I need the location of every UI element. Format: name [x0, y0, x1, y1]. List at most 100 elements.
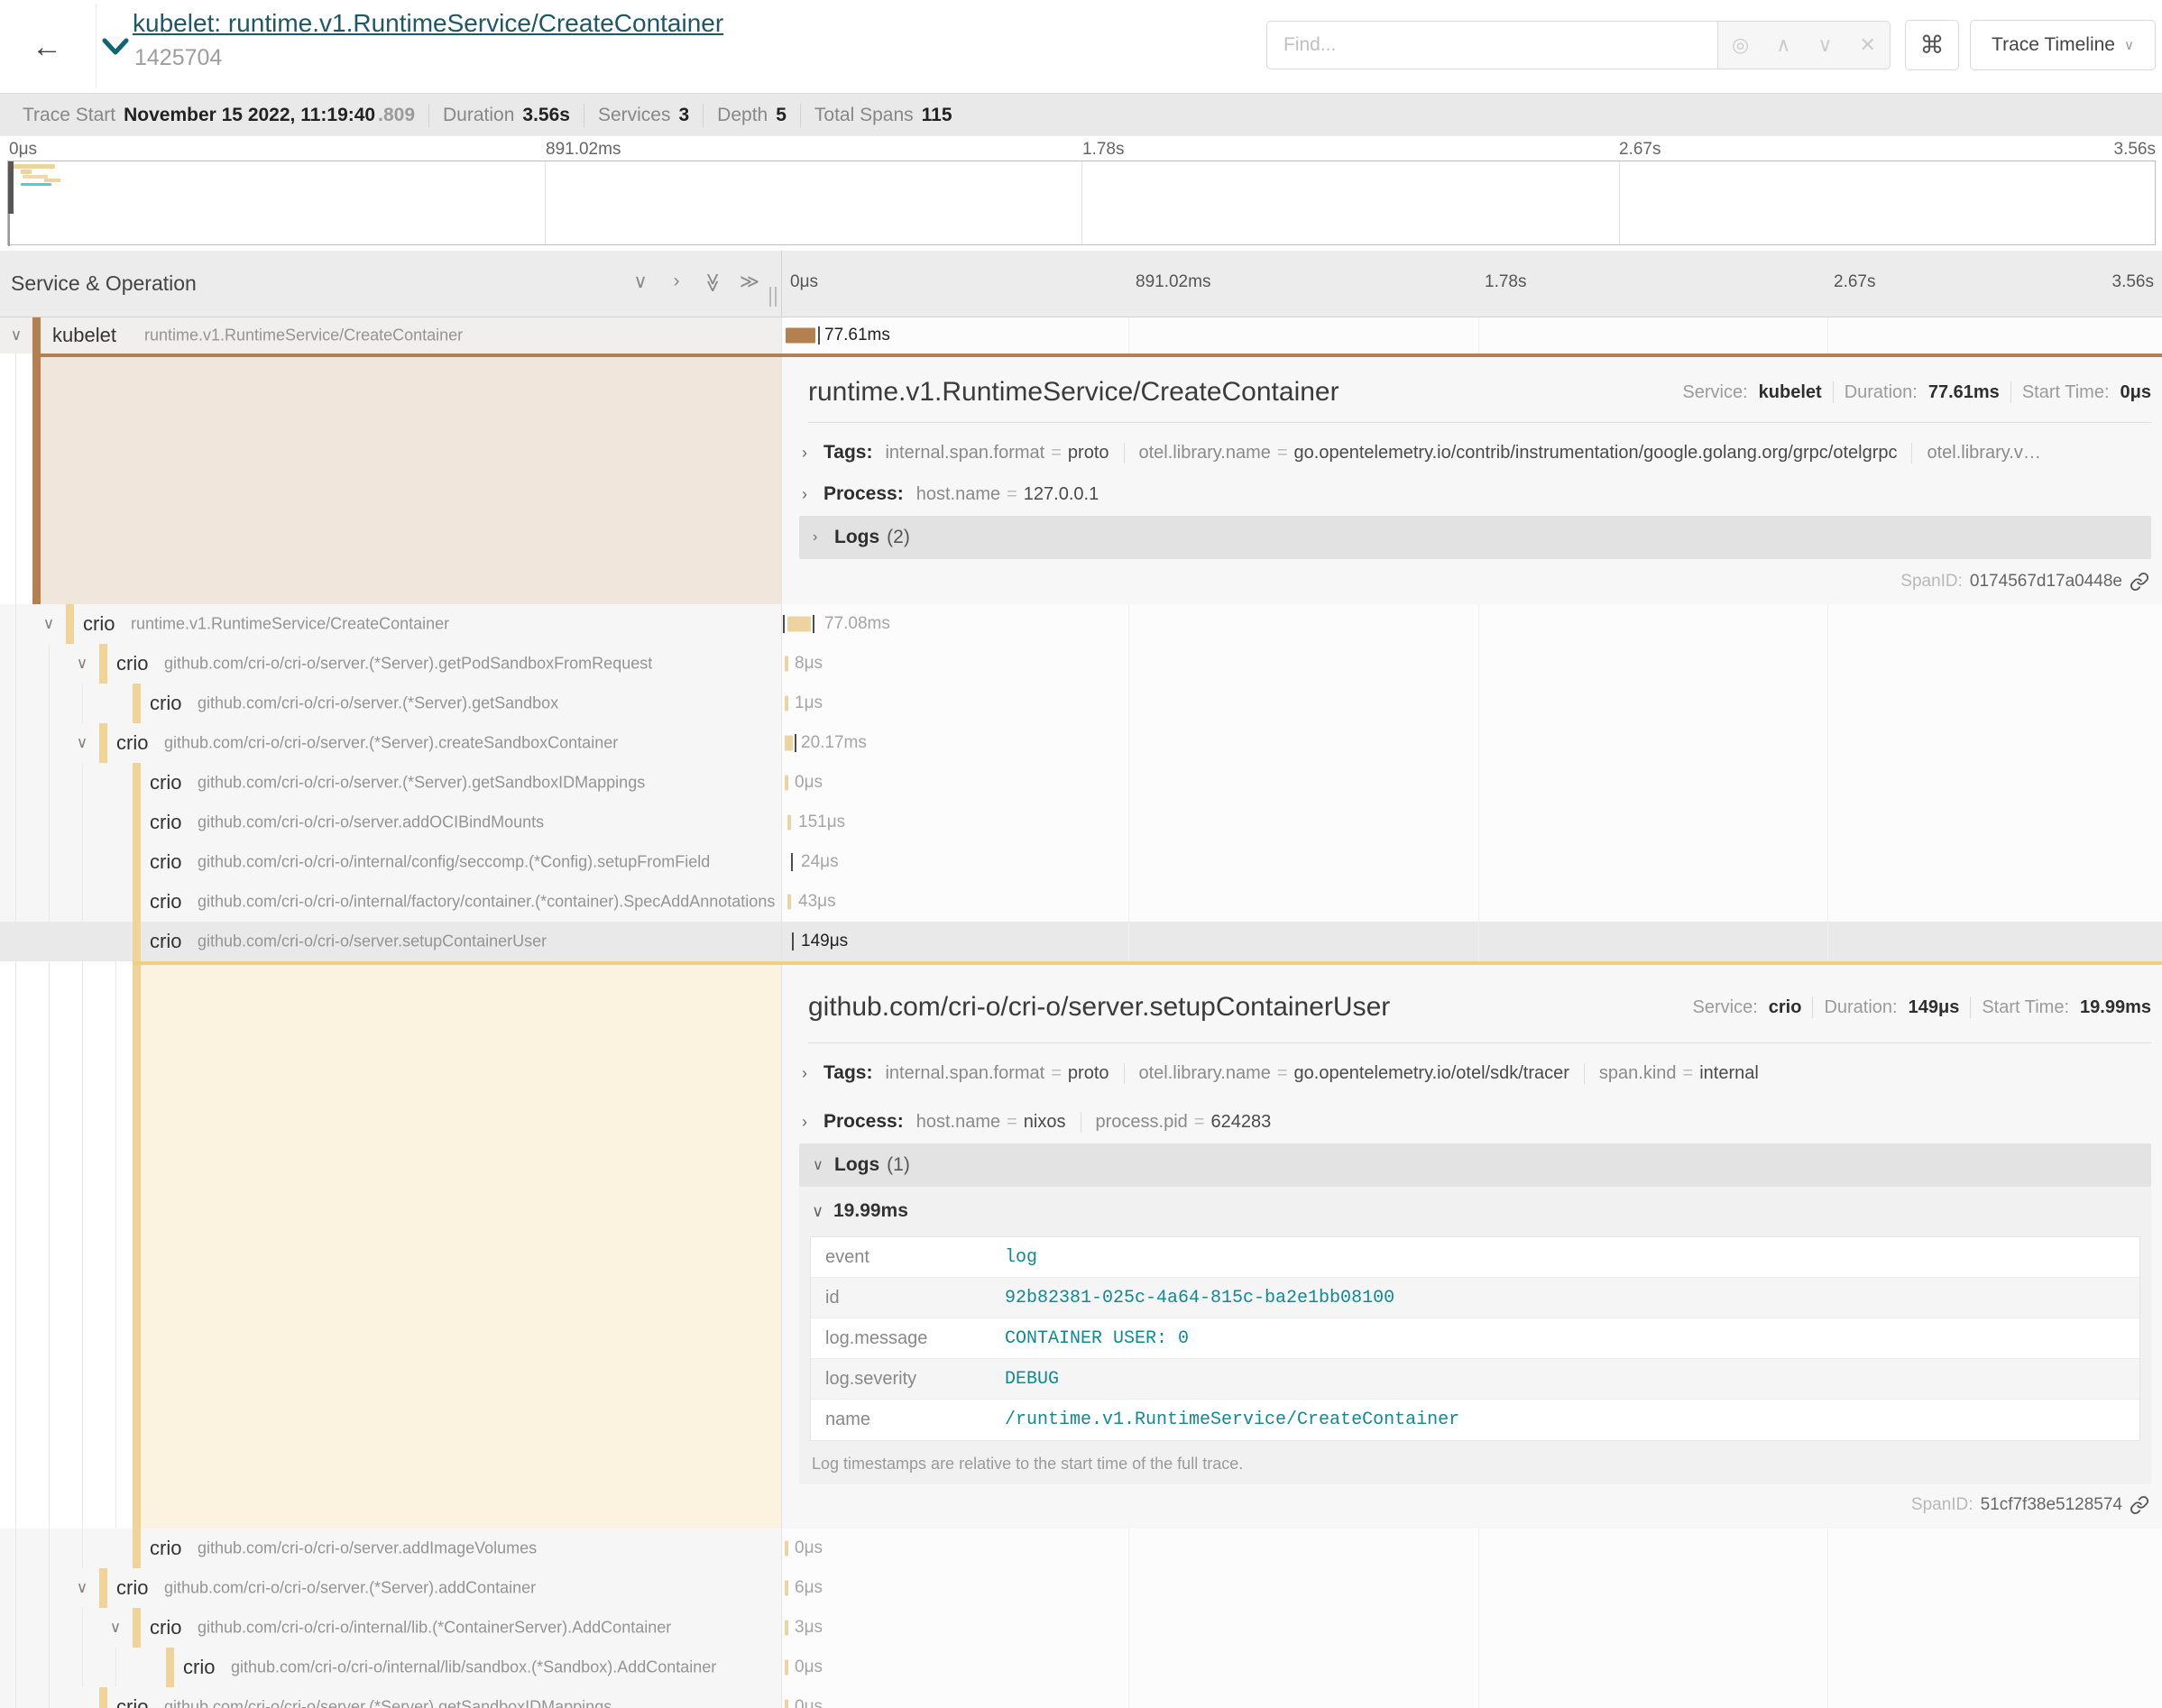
- keyboard-shortcuts-button[interactable]: ⌘: [1905, 20, 1959, 70]
- span-row-getsandbox[interactable]: crio github.com/cri-o/cri-o/server.(*Ser…: [0, 684, 2162, 723]
- tag-item: host.name = nixos: [916, 1112, 1066, 1133]
- span-row-getpodsandboxfromrequest[interactable]: ∨ crio github.com/cri-o/cri-o/server.(*S…: [0, 644, 2162, 684]
- logs-accordion-expanded[interactable]: ∨ Logs (1): [799, 1143, 2151, 1187]
- span-duration: 1μs: [795, 693, 823, 713]
- span-bar-cell[interactable]: 8μs: [781, 644, 2162, 684]
- collapse-trace-header-button[interactable]: [101, 36, 130, 62]
- tag-item: otel.library.v…: [1911, 443, 2040, 464]
- span-bar-cell[interactable]: 77.61ms: [781, 317, 2162, 354]
- service-name: crio: [150, 850, 181, 874]
- span-row-seccomp-setupfromfield[interactable]: crio github.com/cri-o/cri-o/internal/con…: [0, 842, 2162, 882]
- expand-all-icon[interactable]: ≫: [740, 271, 758, 293]
- service-color-bar: [133, 1529, 141, 1568]
- span-row-lib-addcontainer[interactable]: ∨ crio github.com/cri-o/cri-o/internal/l…: [0, 1608, 2162, 1648]
- span-duration: 3μs: [795, 1618, 823, 1638]
- service-color-bar: [32, 317, 41, 354]
- service-color-bar: [99, 1568, 107, 1608]
- minimap-canvas[interactable]: [7, 161, 2156, 245]
- span-bar: [787, 617, 811, 632]
- minimap-scrubber-handle[interactable]: [8, 161, 14, 214]
- span-row-getsandboxidmappings[interactable]: crio github.com/cri-o/cri-o/server.(*Ser…: [0, 763, 2162, 803]
- span-bar-cell[interactable]: 0μs: [781, 763, 2162, 803]
- grid-line: [1619, 161, 1620, 244]
- minimap-span-bar: [44, 179, 60, 182]
- span-duration: 0μs: [795, 773, 823, 793]
- span-bar-cell[interactable]: 0μs: [781, 1687, 2162, 1708]
- chevron-right-icon: ›: [802, 1064, 823, 1083]
- span-duration: 0μs: [795, 1538, 823, 1558]
- span-row-crio-createcontainer[interactable]: ∨ crio runtime.v1.RuntimeService/CreateC…: [0, 604, 2162, 644]
- span-row-sandbox-addcontainer[interactable]: crio github.com/cri-o/cri-o/internal/lib…: [0, 1648, 2162, 1687]
- grid-line: [1081, 161, 1082, 244]
- column-resizer-handle[interactable]: [769, 287, 777, 307]
- collapse-one-icon[interactable]: ∨: [631, 271, 649, 293]
- tree-gutter: [0, 961, 133, 1529]
- chevron-down-icon[interactable]: ∨: [7, 326, 25, 344]
- span-bar-cell[interactable]: 1μs: [781, 684, 2162, 723]
- span-row-addcontainer[interactable]: ∨ crio github.com/cri-o/cri-o/server.(*S…: [0, 1568, 2162, 1608]
- process-row[interactable]: › Process: host.name = 127.0.0.1: [802, 480, 2151, 509]
- span-row-kubelet-createcontainer[interactable]: ∨ kubelet runtime.v1.RuntimeService/Crea…: [0, 317, 2162, 354]
- span-bar-cell[interactable]: 3μs: [781, 1608, 2162, 1648]
- span-bar-cell[interactable]: 43μs: [781, 882, 2162, 922]
- chevron-down-icon[interactable]: ∨: [73, 1579, 91, 1597]
- tick-label: 891.02ms: [1136, 272, 1210, 292]
- span-detail-setupcontaineruser: github.com/cri-o/cri-o/server.setupConta…: [0, 961, 2162, 1529]
- expand-one-icon[interactable]: ›: [667, 271, 685, 293]
- duration-item: Duration 3.56s: [429, 104, 584, 127]
- operation-name: runtime.v1.RuntimeService/CreateContaine…: [144, 326, 463, 345]
- span-row-createsandboxcontainer[interactable]: ∨ crio github.com/cri-o/cri-o/server.(*S…: [0, 723, 2162, 763]
- span-bar: [785, 696, 788, 712]
- chevron-down-icon[interactable]: ∨: [40, 615, 58, 633]
- span-bar-cell[interactable]: 0μs: [781, 1529, 2162, 1568]
- span-bar-cell[interactable]: 20.17ms: [781, 723, 2162, 763]
- span-bar: [785, 1581, 788, 1596]
- divider: [808, 422, 2151, 423]
- clear-search-icon[interactable]: ✕: [1860, 33, 1876, 57]
- logs-footnote: Log timestamps are relative to the start…: [812, 1455, 1243, 1474]
- next-result-icon[interactable]: ∨: [1817, 33, 1832, 57]
- chevron-down-icon[interactable]: ∨: [106, 1619, 124, 1637]
- detail-row-tint: [41, 357, 781, 604]
- tag-item: otel.library.name = go.opentelemetry.io/…: [1124, 443, 1898, 464]
- span-row-setupcontaineruser[interactable]: crio github.com/cri-o/cri-o/server.setup…: [0, 922, 2162, 961]
- span-bar-cell[interactable]: 151μs: [781, 803, 2162, 842]
- locate-span-icon[interactable]: ◎: [1732, 33, 1749, 57]
- span-bar-cell[interactable]: 6μs: [781, 1568, 2162, 1608]
- operation-name: github.com/cri-o/cri-o/server.addImageVo…: [198, 1539, 537, 1558]
- back-button[interactable]: ←: [20, 27, 74, 67]
- span-duration: 151μs: [798, 813, 845, 832]
- log-entry-header[interactable]: ∨ 19.99ms: [812, 1200, 908, 1222]
- span-row-specaddannotations[interactable]: crio github.com/cri-o/cri-o/internal/fac…: [0, 882, 2162, 922]
- span-duration: 149μs: [801, 932, 848, 951]
- chevron-down-icon[interactable]: ∨: [73, 655, 91, 673]
- find-input[interactable]: [1266, 21, 1717, 69]
- span-row-addimagevolumes[interactable]: crio github.com/cri-o/cri-o/server.addIm…: [0, 1529, 2162, 1568]
- timeline-ticks-header: 0μs 891.02ms 1.78s 2.67s 3.56s: [781, 251, 2162, 317]
- trace-view-selector[interactable]: Trace Timeline ∨: [1970, 20, 2156, 70]
- tags-row[interactable]: › Tags: internal.span.format = proto ote…: [802, 438, 2151, 467]
- collapse-all-icon[interactable]: ≫: [702, 273, 724, 291]
- span-bar-cell[interactable]: 149μs: [781, 922, 2162, 961]
- deep-link-icon[interactable]: [2130, 1495, 2149, 1515]
- deep-link-icon[interactable]: [2130, 572, 2149, 592]
- chevron-down-icon[interactable]: ∨: [73, 734, 91, 752]
- expand-collapse-toolbar: ∨ › ≫ ≫: [631, 271, 758, 293]
- span-bar-cell[interactable]: 24μs: [781, 842, 2162, 882]
- span-bar-tick: [813, 615, 814, 633]
- logs-accordion-collapsed[interactable]: › Logs (2): [799, 516, 2151, 559]
- process-row[interactable]: › Process: host.name = nixos process.pid…: [802, 1107, 2151, 1136]
- trace-title-link[interactable]: kubelet: runtime.v1.RuntimeService/Creat…: [133, 9, 723, 38]
- prev-result-icon[interactable]: ∧: [1776, 33, 1790, 57]
- table-row: event log: [811, 1237, 2139, 1278]
- operation-name: runtime.v1.RuntimeService/CreateContaine…: [131, 615, 449, 634]
- span-bar-cell[interactable]: 0μs: [781, 1648, 2162, 1687]
- service-color-bar: [133, 882, 141, 922]
- trace-id: 1425704: [134, 45, 222, 71]
- span-bar-cell[interactable]: 77.08ms: [781, 604, 2162, 644]
- span-row-getsandboxidmappings-2[interactable]: crio github.com/cri-o/cri-o/server.(*Ser…: [0, 1687, 2162, 1708]
- tag-item: internal.span.format = proto: [885, 1063, 1109, 1084]
- span-row-addocibindmounts[interactable]: crio github.com/cri-o/cri-o/server.addOC…: [0, 803, 2162, 842]
- span-id-row: SpanID: 51cf7f38e5128574: [1911, 1495, 2149, 1515]
- tags-row[interactable]: › Tags: internal.span.format = proto ote…: [802, 1059, 2151, 1088]
